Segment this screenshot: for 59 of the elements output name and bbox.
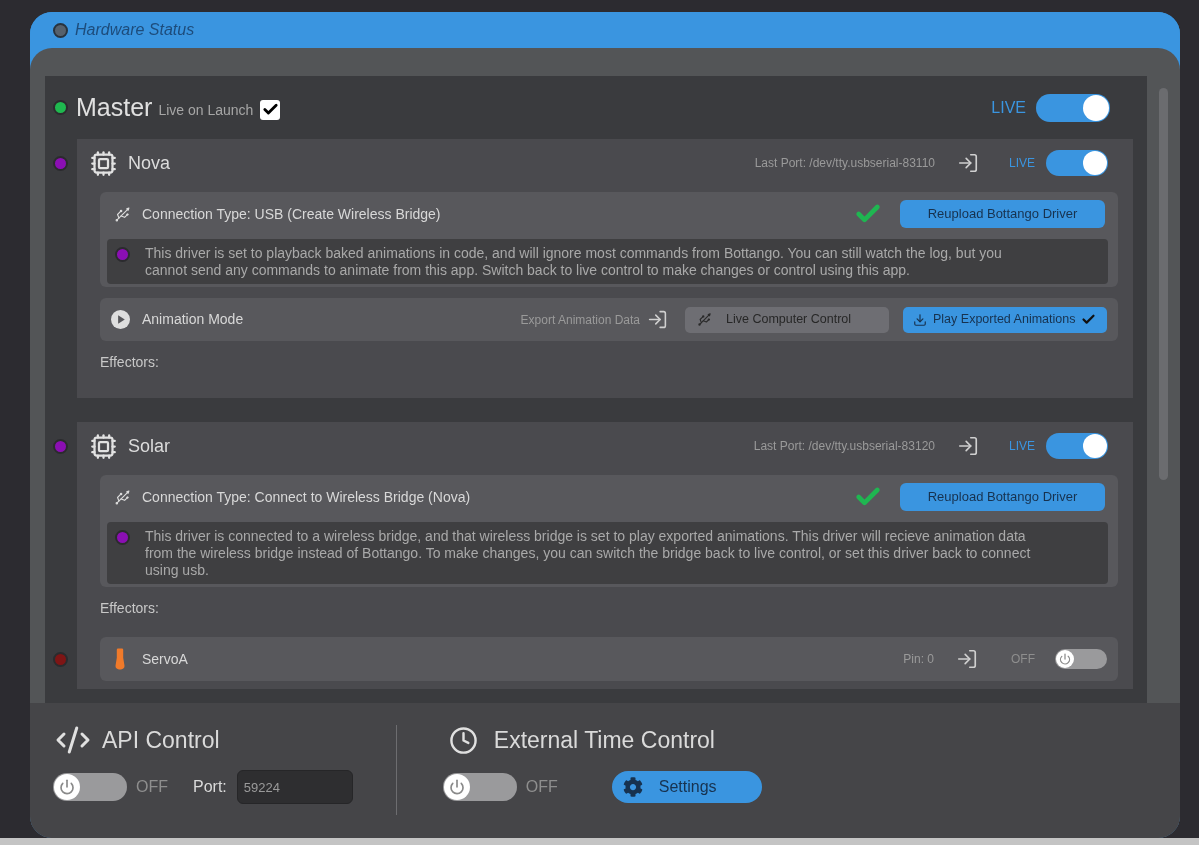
usb-icon <box>697 312 712 327</box>
chip-icon <box>90 432 117 460</box>
reupload-driver-button[interactable]: Reupload Bottango Driver <box>900 483 1105 511</box>
power-icon <box>443 774 470 800</box>
toggle-label: OFF <box>525 777 558 797</box>
download-icon <box>913 312 927 327</box>
toggle-label: LIVE <box>991 97 1026 118</box>
usb-icon <box>114 488 131 506</box>
toggle-label: OFF <box>136 777 168 797</box>
section-title: API Control <box>102 725 220 755</box>
enter-icon[interactable] <box>957 435 979 457</box>
pin-label: Pin: 0 <box>903 651 934 668</box>
device-name: Solar <box>128 434 171 458</box>
toggle-switch[interactable] <box>442 773 517 801</box>
toggle-switch[interactable] <box>1046 150 1108 176</box>
export-animation-button[interactable]: Export Animation Data <box>520 309 668 330</box>
animation-mode-label: Animation Mode <box>142 310 244 329</box>
port-input[interactable]: 59224 <box>236 770 353 804</box>
note-text: This driver is set to playback baked animations in code, and will ignore most commands from Bottango. You can still watch the log, but you cannot send any commands to animate from this app. Switch back to live control to make changes or control using this app. <box>145 245 1003 279</box>
mode-option-button[interactable]: Play Exported Animations <box>903 306 1107 333</box>
window-status-icon <box>53 22 68 38</box>
power-icon <box>1056 650 1074 668</box>
usb-icon <box>114 205 131 223</box>
effector-name: ServoA <box>142 649 188 669</box>
toggle-switch[interactable] <box>1046 433 1108 459</box>
scrollbar[interactable] <box>1159 88 1168 480</box>
effectors-label: Effectors: <box>100 354 159 371</box>
toggle-switch[interactable] <box>53 773 127 801</box>
last-port-label: Last Port: /dev/tty.usbserial-83120 <box>753 438 935 455</box>
servo-icon <box>115 648 125 670</box>
connection-type-label: Connection Type: Connect to Wireless Bridge (Nova) <box>142 487 471 507</box>
reupload-driver-button[interactable]: Reupload Bottango Driver <box>900 200 1105 228</box>
connection-type-label: Connection Type: USB (Create Wireless Bridge) <box>142 204 441 224</box>
toggle-switch[interactable] <box>1055 649 1107 669</box>
section-title: External Time Control <box>493 725 715 755</box>
power-icon <box>54 774 80 800</box>
settings-icon <box>622 777 643 797</box>
play-icon <box>111 310 130 329</box>
clock-icon <box>448 725 478 755</box>
note-text: This driver is connected to a wireless bridge, and that wireless bridge is set to play exported animations. This driver will recieve animation data from the wireless bridge instead of Bottango. To make changes, you can switch the bridge back to live control, or set this driver back to connect using usb. <box>145 528 1032 579</box>
master-title: Master <box>76 91 153 123</box>
check-icon <box>1081 312 1097 327</box>
enter-icon[interactable] <box>956 648 978 670</box>
check-icon <box>261 101 279 118</box>
window-title: Hardware Status <box>75 20 195 40</box>
live-on-launch-label: Live on Launch <box>158 101 254 120</box>
device-name: Nova <box>128 151 171 175</box>
chip-icon <box>90 149 117 177</box>
enter-icon[interactable] <box>957 152 979 174</box>
effectors-label: Effectors: <box>100 600 159 617</box>
settings-button[interactable]: Settings <box>611 771 762 803</box>
toggle-label: LIVE <box>1009 438 1035 455</box>
port-label: Port: <box>193 777 227 797</box>
checkbox[interactable] <box>260 99 281 120</box>
mode-option-button[interactable]: Live Computer Control <box>685 306 889 333</box>
last-port-label: Last Port: /dev/tty.usbserial-83110 <box>754 155 935 172</box>
enter-icon <box>647 309 668 330</box>
toggle-switch[interactable] <box>1036 93 1110 122</box>
toggle-label: LIVE <box>1009 155 1035 172</box>
